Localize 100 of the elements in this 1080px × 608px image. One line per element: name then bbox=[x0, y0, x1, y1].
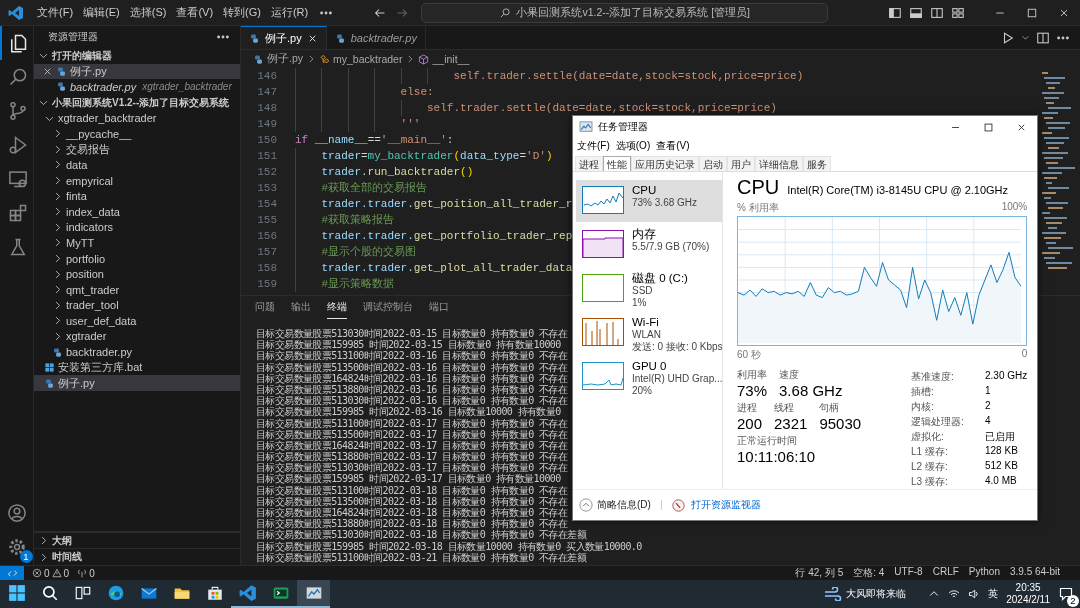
notification-badge: 1 bbox=[19, 550, 33, 563]
status-item[interactable]: Python bbox=[968, 566, 1000, 580]
resource-item[interactable]: GPU 0 Intel(R) UHD Grap... 20% bbox=[576, 356, 722, 398]
branch-icon[interactable] bbox=[7, 101, 28, 121]
python-file-icon bbox=[56, 81, 67, 93]
folder-item[interactable]: index_data bbox=[34, 203, 240, 220]
search-icon[interactable] bbox=[40, 584, 59, 602]
line-number: 147 bbox=[256, 85, 277, 100]
section-header[interactable]: 打开的编辑器 bbox=[34, 48, 240, 64]
folder-item[interactable]: xgtrader_backtrader bbox=[34, 110, 240, 126]
start-icon[interactable] bbox=[7, 584, 26, 602]
resource-monitor-link[interactable]: 打开资源监视器 bbox=[690, 498, 761, 512]
resource-item[interactable]: 内存 5.5/7.9 GB (70%) bbox=[576, 224, 722, 266]
ports-indicator[interactable]: 0 bbox=[77, 567, 95, 579]
taskbar-button[interactable] bbox=[297, 580, 330, 608]
extensions-icon[interactable] bbox=[7, 203, 28, 223]
input-method-indicator[interactable]: 英 bbox=[988, 587, 999, 601]
menu-item[interactable]: 文件(F) bbox=[577, 139, 610, 153]
file-item[interactable]: 例子.py bbox=[34, 375, 240, 392]
menu-item[interactable]: 文件(F) bbox=[32, 3, 79, 22]
account-icon[interactable] bbox=[6, 503, 27, 523]
resource-item[interactable]: 磁盘 0 (C:) SSD 1% bbox=[576, 268, 722, 310]
status-item[interactable]: 行 42, 列 5 bbox=[795, 566, 844, 580]
clock-date[interactable]: 2024/2/11 bbox=[1006, 594, 1050, 606]
sidebar-layout-icon[interactable] bbox=[888, 5, 902, 20]
panel-layout-icon[interactable] bbox=[909, 5, 923, 20]
problems-indicator[interactable]: 0 0 bbox=[32, 567, 70, 579]
tab[interactable]: 性能 bbox=[603, 156, 631, 171]
tab[interactable]: 用户 bbox=[727, 156, 755, 171]
folder-item[interactable]: data bbox=[34, 157, 240, 173]
summary-button[interactable]: 简略信息(D) bbox=[579, 498, 651, 512]
open-editor-item[interactable]: 例子.py bbox=[34, 63, 240, 80]
play-icon[interactable] bbox=[1001, 30, 1015, 45]
status-item[interactable]: 3.9.5 64-bit bbox=[1009, 566, 1060, 580]
menu-item[interactable]: 转到(G) bbox=[218, 3, 266, 22]
folder-item[interactable]: __pycache__ bbox=[34, 125, 240, 142]
terminal-line: 目标交易数量股票513100时间2022-03-17 目标数量0 持有数量0 不存在 bbox=[256, 417, 568, 429]
wifi-icon[interactable] bbox=[948, 588, 961, 600]
maximize-icon[interactable] bbox=[983, 121, 994, 133]
menu-item[interactable]: 运行(R) bbox=[265, 3, 314, 22]
folder-item[interactable]: trader_tool bbox=[34, 297, 240, 314]
monitor-icon[interactable] bbox=[7, 169, 28, 189]
remote-button[interactable] bbox=[0, 565, 24, 581]
status-item[interactable]: CRLF bbox=[932, 566, 959, 580]
caret-icon[interactable] bbox=[1021, 33, 1030, 42]
folder-item[interactable]: qmt_trader bbox=[34, 281, 240, 298]
tab[interactable]: 服务 bbox=[803, 156, 831, 171]
panel-tab[interactable]: 输出 bbox=[291, 295, 311, 319]
open-editor-item[interactable]: backtrader.py xgtrader_backtrader bbox=[34, 79, 240, 95]
folder-item[interactable]: portfolio bbox=[34, 250, 240, 267]
menu-item[interactable]: 查看(V) bbox=[171, 3, 219, 22]
breadcrumb-item[interactable]: 例子.py bbox=[253, 52, 303, 66]
maximize-icon[interactable] bbox=[1026, 6, 1038, 19]
panel-tab[interactable]: 问题 bbox=[255, 295, 275, 319]
tab[interactable]: 应用历史记录 bbox=[631, 156, 699, 171]
panel-tab[interactable]: 端口 bbox=[429, 295, 449, 319]
tab[interactable]: 启动 bbox=[699, 156, 727, 171]
tab[interactable]: 进程 bbox=[575, 156, 603, 171]
resource-item[interactable]: Wi-Fi WLAN 发送: 0 接收: 0 Kbps bbox=[576, 312, 722, 354]
file-item[interactable]: 安装第三方库.bat bbox=[34, 359, 240, 376]
split-layout-icon[interactable] bbox=[930, 5, 944, 20]
menu-item[interactable]: 编辑(E) bbox=[78, 3, 125, 22]
resource-item[interactable]: CPU 73% 3.68 GHz bbox=[576, 180, 722, 222]
breadcrumb-item[interactable]: __init__ bbox=[418, 53, 470, 65]
folder-item[interactable]: finta bbox=[34, 188, 240, 204]
panel-tab[interactable]: 终端 bbox=[327, 295, 347, 319]
breadcrumb-item[interactable]: my_backtrader bbox=[319, 53, 403, 65]
section-header[interactable]: 大纲 bbox=[34, 531, 240, 549]
notification-icon[interactable] bbox=[1058, 586, 1074, 602]
clock-time[interactable]: 20:35 bbox=[1015, 582, 1041, 594]
weather-widget[interactable]: 大风即将来临 bbox=[824, 587, 907, 601]
tab[interactable]: 详细信息 bbox=[755, 156, 803, 171]
run-debug-icon[interactable] bbox=[7, 135, 28, 155]
menu-item[interactable]: 选择(S) bbox=[124, 3, 172, 22]
status-item[interactable]: 空格: 4 bbox=[853, 566, 885, 580]
menu-item[interactable]: 查看(V) bbox=[656, 139, 690, 153]
folder-item[interactable]: user_def_data bbox=[34, 313, 240, 329]
spec-label: L1 缓存: bbox=[911, 445, 949, 459]
sidebar-title: 资源管理器 bbox=[48, 30, 98, 44]
section-header[interactable]: 小果回测系统V1.2--添加了目标交易系统 bbox=[34, 94, 240, 111]
editor-tab[interactable]: backtrader.py bbox=[326, 26, 426, 49]
line-number: 151 bbox=[256, 149, 277, 164]
status-item[interactable]: UTF-8 bbox=[894, 566, 923, 580]
split-editor-icon[interactable] bbox=[1036, 30, 1050, 45]
folder-item[interactable]: xgtrader bbox=[34, 328, 240, 345]
menu-item[interactable]: 选项(O) bbox=[615, 139, 651, 153]
panel-tab[interactable]: 调试控制台 bbox=[363, 295, 413, 319]
folder-item[interactable]: position bbox=[34, 266, 240, 282]
folder-item[interactable]: empyrical bbox=[34, 172, 240, 189]
folder-item[interactable]: indicators bbox=[34, 219, 240, 236]
folder-item[interactable]: MyTT bbox=[34, 235, 240, 251]
volume-icon[interactable] bbox=[968, 588, 981, 600]
grid-layout-icon[interactable] bbox=[951, 5, 965, 20]
folder-item[interactable]: 交易报告 bbox=[34, 141, 240, 158]
code-line: self.trader.settle(date=date,stock=stock,price=price) bbox=[427, 101, 777, 116]
file-item[interactable]: backtrader.py bbox=[34, 344, 240, 360]
task-view-icon[interactable] bbox=[73, 584, 92, 602]
command-center[interactable]: 小果回测系统v1.2--添加了目标交易系统 [管理员] bbox=[421, 2, 829, 23]
line-number: 150 bbox=[256, 133, 277, 148]
editor-tab[interactable]: 例子.py bbox=[241, 26, 327, 49]
